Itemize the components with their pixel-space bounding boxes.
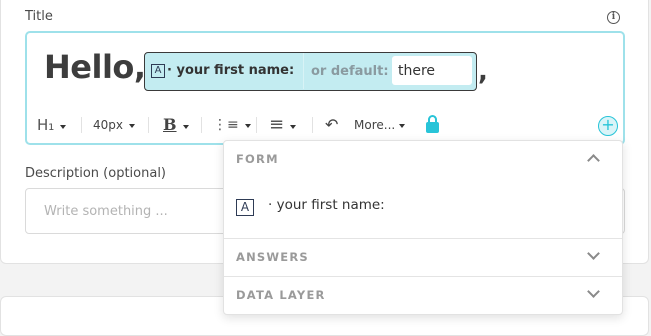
undo-icon: ↶ <box>325 115 339 134</box>
toolbar-divider <box>81 117 82 133</box>
section-title: FORM <box>236 152 279 166</box>
chevron-down-icon <box>290 124 297 129</box>
more-label: More... <box>354 118 396 132</box>
more-dropdown[interactable]: More... <box>354 113 406 137</box>
insert-variable-button[interactable]: + <box>598 116 618 136</box>
list-dropdown[interactable]: ⋮≡ <box>213 113 251 137</box>
title-label: Title <box>25 9 53 24</box>
chevron-down-icon <box>60 124 67 129</box>
chevron-down-icon <box>587 285 600 298</box>
toolbar-divider <box>148 117 149 133</box>
lock-icon[interactable] <box>426 115 439 133</box>
heading-dropdown[interactable]: H₁ <box>37 113 67 137</box>
section-form-header[interactable]: FORM <box>224 141 622 177</box>
chevron-up-icon <box>587 154 600 167</box>
default-label: or default: <box>311 64 389 79</box>
variable-name: · your first name: <box>167 63 295 78</box>
chevron-down-icon <box>244 123 251 128</box>
chevron-down-icon <box>587 247 600 260</box>
font-size-value: 40px <box>93 118 123 132</box>
toolbar-divider <box>312 117 313 133</box>
text-field-icon: A <box>236 199 254 216</box>
description-label: Description (optional) <box>25 166 167 181</box>
font-size-dropdown[interactable]: 40px <box>93 113 135 137</box>
trailing-comma: , <box>478 57 488 87</box>
section-answers-header[interactable]: ANSWERS <box>224 239 622 275</box>
list-icon: ⋮≡ <box>213 117 239 133</box>
align-icon: ≡ <box>269 114 285 135</box>
bold-icon: B <box>163 115 177 134</box>
toolbar-divider <box>201 117 202 133</box>
bold-dropdown[interactable]: B <box>163 113 189 137</box>
form-item-label: · your first name: <box>268 197 385 213</box>
heading-icon: H₁ <box>37 116 55 134</box>
variable-chip[interactable]: A · your first name: or default: <box>144 52 477 91</box>
title-editor[interactable]: Hello, A · your first name: or default: … <box>25 31 625 145</box>
section-title: ANSWERS <box>236 250 309 264</box>
insert-variable-dropdown: FORM A · your first name: ANSWERS DATA L… <box>223 140 623 315</box>
info-icon[interactable]: i <box>607 11 620 24</box>
default-value-input[interactable] <box>392 56 472 85</box>
toolbar-divider <box>256 117 257 133</box>
chevron-down-icon <box>182 124 189 129</box>
undo-button[interactable]: ↶ <box>325 113 338 137</box>
form-item-first-name[interactable]: A · your first name: <box>236 197 596 217</box>
section-data-layer-header[interactable]: DATA LAYER <box>224 277 622 313</box>
chip-divider <box>303 53 304 89</box>
section-title: DATA LAYER <box>236 288 326 302</box>
align-dropdown[interactable]: ≡ <box>269 113 297 137</box>
text-field-icon: A <box>151 64 165 78</box>
greeting-text: Hello, <box>44 48 146 86</box>
chevron-down-icon <box>129 123 135 128</box>
chevron-down-icon <box>399 123 406 128</box>
